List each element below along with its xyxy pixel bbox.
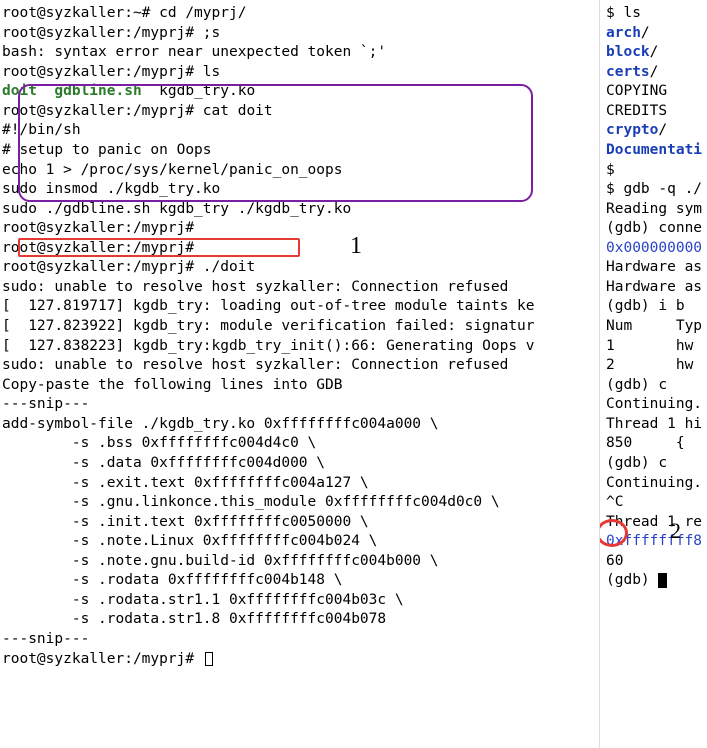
term-line: -s .rodata 0xffffffffc004b148 \ bbox=[2, 571, 597, 591]
term-line: doit gdbline.sh kgdb_try.ko bbox=[2, 82, 597, 102]
term-line: root@syzkaller:/myprj# ./doit bbox=[2, 258, 597, 278]
term-line: bash: syntax error near unexpected token… bbox=[2, 43, 597, 63]
term-line: -s .data 0xffffffffc004d000 \ bbox=[2, 454, 597, 474]
term-line: root@syzkaller:/myprj# ;s bbox=[2, 24, 597, 44]
term-line: root@syzkaller:/myprj# bbox=[2, 239, 597, 259]
term-line: 1 hw bbox=[606, 337, 705, 357]
term-line: sudo: unable to resolve host syzkaller: … bbox=[2, 356, 597, 376]
cursor-icon bbox=[205, 652, 213, 666]
term-line: -s .note.gnu.build-id 0xffffffffc004b000… bbox=[2, 552, 597, 572]
term-line: Hardware as bbox=[606, 258, 705, 278]
left-terminal[interactable]: root@syzkaller:~# cd /myprj/ root@syzkal… bbox=[0, 0, 600, 748]
term-line: sudo: unable to resolve host syzkaller: … bbox=[2, 278, 597, 298]
term-line: [ 127.823922] kgdb_try: module verificat… bbox=[2, 317, 597, 337]
term-prompt-line[interactable]: (gdb) bbox=[606, 571, 705, 591]
term-line: Thread 1 hi bbox=[606, 415, 705, 435]
term-line: (gdb) i b bbox=[606, 297, 705, 317]
term-line: 2 hw bbox=[606, 356, 705, 376]
term-line: Copy-paste the following lines into GDB bbox=[2, 376, 597, 396]
term-line: sudo insmod ./kgdb_try.ko bbox=[2, 180, 597, 200]
term-line: sudo ./gdbline.sh kgdb_try ./kgdb_try.ko bbox=[2, 200, 597, 220]
term-line: ---snip--- bbox=[2, 630, 597, 650]
term-line: -s .exit.text 0xffffffffc004a127 \ bbox=[2, 474, 597, 494]
annotation-label-1: 1 bbox=[350, 230, 362, 262]
term-line: ^C bbox=[606, 493, 705, 513]
term-line: $ gdb -q ./ bbox=[606, 180, 705, 200]
term-line: 850 { bbox=[606, 434, 705, 454]
term-line: -s .rodata.str1.1 0xffffffffc004b03c \ bbox=[2, 591, 597, 611]
term-line: Reading sym bbox=[606, 200, 705, 220]
term-line: (gdb) c bbox=[606, 376, 705, 396]
term-line: CREDITS bbox=[606, 102, 705, 122]
term-line: [ 127.819717] kgdb_try: loading out-of-t… bbox=[2, 297, 597, 317]
term-line: # setup to panic on Oops bbox=[2, 141, 597, 161]
term-line: -s .init.text 0xffffffffc0050000 \ bbox=[2, 513, 597, 533]
term-line: arch/ bbox=[606, 24, 705, 44]
right-terminal[interactable]: $ ls arch/ block/ certs/ COPYING CREDITS… bbox=[600, 0, 707, 748]
term-line: COPYING bbox=[606, 82, 705, 102]
term-line: root@syzkaller:/myprj# ls bbox=[2, 63, 597, 83]
term-line: -s .note.Linux 0xffffffffc004b024 \ bbox=[2, 532, 597, 552]
term-line: 0x000000000 bbox=[606, 239, 705, 259]
term-line: crypto/ bbox=[606, 121, 705, 141]
term-line: 60 bbox=[606, 552, 705, 572]
term-line: block/ bbox=[606, 43, 705, 63]
term-line: certs/ bbox=[606, 63, 705, 83]
term-prompt-line[interactable]: root@syzkaller:/myprj# bbox=[2, 650, 597, 670]
term-line: Num Typ bbox=[606, 317, 705, 337]
term-line: -s .bss 0xffffffffc004d4c0 \ bbox=[2, 434, 597, 454]
annotation-label-2: 2 bbox=[670, 516, 681, 546]
term-line: (gdb) c bbox=[606, 454, 705, 474]
term-line: (gdb) conne bbox=[606, 219, 705, 239]
term-line: Thread 1 re bbox=[606, 513, 705, 533]
term-line: add-symbol-file ./kgdb_try.ko 0xffffffff… bbox=[2, 415, 597, 435]
term-line: Hardware as bbox=[606, 278, 705, 298]
term-line: root@syzkaller:/myprj# cat doit bbox=[2, 102, 597, 122]
term-line: -s .rodata.str1.8 0xffffffffc004b078 bbox=[2, 610, 597, 630]
term-line: $ bbox=[606, 161, 705, 181]
term-line: Continuing. bbox=[606, 474, 705, 494]
term-line: Documentati bbox=[606, 141, 705, 161]
term-line: Continuing. bbox=[606, 395, 705, 415]
cursor-icon bbox=[658, 573, 667, 588]
term-line: #!/bin/sh bbox=[2, 121, 597, 141]
term-line: [ 127.838223] kgdb_try:kgdb_try_init():6… bbox=[2, 337, 597, 357]
term-line: $ ls bbox=[606, 4, 705, 24]
term-line: echo 1 > /proc/sys/kernel/panic_on_oops bbox=[2, 161, 597, 181]
term-line: ---snip--- bbox=[2, 395, 597, 415]
term-line: -s .gnu.linkonce.this_module 0xffffffffc… bbox=[2, 493, 597, 513]
term-line: root@syzkaller:/myprj# bbox=[2, 219, 597, 239]
term-line: 0xffffffff8 bbox=[606, 532, 705, 552]
term-line: root@syzkaller:~# cd /myprj/ bbox=[2, 4, 597, 24]
